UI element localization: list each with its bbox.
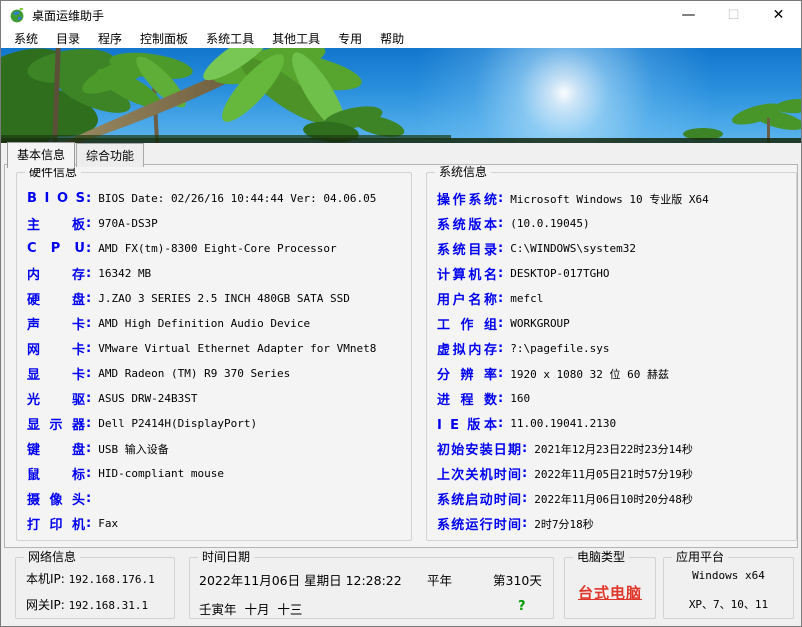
sys-row-boot-time: 系统启动时间:2022年11月06日10时20分48秒: [437, 491, 693, 508]
computer-type-title: 电脑类型: [573, 550, 630, 565]
system-info-title: 系统信息: [435, 165, 492, 180]
hw-row-disk: 硬 盘: J.ZAO 3 SERIES 2.5 INCH 480GB SATA S…: [27, 291, 350, 308]
title-bar: 桌面运维助手 — ☐ ✕: [1, 1, 801, 29]
maximize-button[interactable]: ☐: [711, 1, 756, 29]
menu-system[interactable]: 系统: [5, 29, 47, 48]
sys-row-ie-version: I E 版本:11.00.19041.2130: [437, 416, 617, 433]
sys-row-computer-name: 计算机名: DESKTOP-017TGHO: [437, 266, 610, 283]
hw-row-memory: 内 存:16342 MB: [27, 266, 152, 283]
window-title: 桌面运维助手: [32, 8, 105, 23]
close-button[interactable]: ✕: [756, 1, 801, 29]
datetime-title: 时间日期: [198, 550, 255, 565]
sys-row-last-shutdown: 上次关机时间:2022年11月05日21时57分19秒: [437, 466, 693, 483]
network-info-groupbox: 网络信息 本机IP: 192.168.176.1 网关IP: 192.168.3…: [15, 550, 175, 619]
sys-row-install-date: 初始安装日期:2021年12月23日22时23分14秒: [437, 441, 693, 458]
app-window: 桌面运维助手 — ☐ ✕ 系统 目录 程序 控制面板 系统工具 其他工具 专用 …: [0, 0, 802, 627]
hw-row-monitor: 显示器: Dell P2414H(DisplayPort): [27, 416, 258, 433]
sys-row-os: 操作系统: Microsoft Windows 10 专业版 X64: [437, 191, 709, 208]
menu-directory[interactable]: 目录: [47, 29, 89, 48]
sys-row-version: 系统版本: (10.0.19045): [437, 216, 590, 233]
sys-row-resolution: 分 辨 率:1920 x 1080 32 位 60 赫兹: [437, 366, 670, 383]
sys-row-uptime: 系统运行时间:2时7分18秒: [437, 516, 594, 533]
hw-row-network-adapter: 网 卡: VMware Virtual Ethernet Adapter for …: [27, 341, 377, 358]
platform-title: 应用平台: [672, 550, 729, 565]
computer-type-groupbox: 电脑类型 台式电脑: [564, 550, 656, 619]
lunar-date: 壬寅年 十月 十三: [199, 602, 303, 617]
tab-basic-info[interactable]: 基本信息: [7, 142, 76, 168]
hw-row-sound: 声 卡: AMD High Definition Audio Device: [27, 316, 311, 333]
hardware-info-groupbox: 硬件信息 B I O S: BIOS Date: 02/26/16 10:44:4…: [16, 165, 412, 541]
local-ip-row: 本机IP: 192.168.176.1: [26, 572, 155, 586]
sys-row-user-name: 用户名称: mefcl: [437, 291, 544, 308]
platform-supported: XP、7、10、11: [688, 598, 769, 611]
network-info-title: 网络信息: [24, 550, 81, 565]
platform-arch: Windows x64: [692, 569, 765, 582]
sys-row-virtual-memory: 虚拟内存: ?:\pagefile.sys: [437, 341, 610, 358]
hw-row-optical-drive: 光 驱: ASUS DRW-24B3ST: [27, 391, 198, 408]
hw-row-motherboard: 主 板:970A-DS3P: [27, 216, 158, 233]
help-question-icon[interactable]: ?: [518, 599, 526, 614]
menu-control-panel[interactable]: 控制面板: [131, 29, 197, 48]
tab-strip: 基本信息 综合功能: [1, 142, 801, 168]
day-of-year: 第310天: [493, 573, 542, 588]
hw-row-keyboard: 键 盘: USB 输入设备: [27, 441, 169, 458]
hw-row-cpu: C P U: AMD FX(tm)-8300 Eight-Core Process…: [27, 241, 337, 256]
platform-groupbox: 应用平台 Windows x64 XP、7、10、11: [663, 550, 794, 619]
year-type: 平年: [427, 573, 453, 588]
datetime-groupbox: 时间日期 2022年11月06日 星期日 12:28:22 平年 第310天 壬…: [189, 550, 554, 619]
basic-info-panel: 硬件信息 B I O S: BIOS Date: 02/26/16 10:44:4…: [4, 164, 798, 548]
computer-type-link[interactable]: 台式电脑: [565, 582, 655, 603]
sys-row-sysdir: 系统目录: C:\WINDOWS\system32: [437, 241, 637, 258]
menu-help[interactable]: 帮助: [371, 29, 413, 48]
sys-row-workgroup: 工 作 组: WORKGROUP: [437, 316, 570, 333]
sys-row-process-count: 进 程 数:160: [437, 391, 531, 408]
hw-row-gpu: 显 卡: AMD Radeon (TM) R9 370 Series: [27, 366, 291, 383]
menu-other-tools[interactable]: 其他工具: [263, 29, 329, 48]
menu-dedicated[interactable]: 专用: [329, 29, 371, 48]
gateway-ip-row: 网关IP: 192.168.31.1: [26, 598, 149, 612]
minimize-button[interactable]: —: [666, 1, 711, 29]
menu-programs[interactable]: 程序: [89, 29, 131, 48]
current-datetime: 2022年11月06日 星期日 12:28:22: [199, 573, 402, 588]
app-globe-icon: [9, 7, 25, 23]
hw-row-bios: B I O S: BIOS Date: 02/26/16 10:44:44 Ver…: [27, 191, 377, 206]
bottom-status-area: 网络信息 本机IP: 192.168.176.1 网关IP: 192.168.3…: [1, 548, 801, 626]
hw-row-camera: 摄像头:: [27, 491, 92, 508]
tropical-banner-image: [1, 48, 801, 143]
hw-row-printer: 打印机: Fax: [27, 516, 119, 533]
menu-system-tools[interactable]: 系统工具: [197, 29, 263, 48]
menu-bar: 系统 目录 程序 控制面板 系统工具 其他工具 专用 帮助: [1, 29, 801, 48]
system-info-groupbox: 系统信息 操作系统: Microsoft Windows 10 专业版 X64 系…: [426, 165, 797, 541]
tab-comprehensive[interactable]: 综合功能: [76, 143, 145, 167]
hw-row-mouse: 鼠 标: HID-compliant mouse: [27, 466, 225, 483]
